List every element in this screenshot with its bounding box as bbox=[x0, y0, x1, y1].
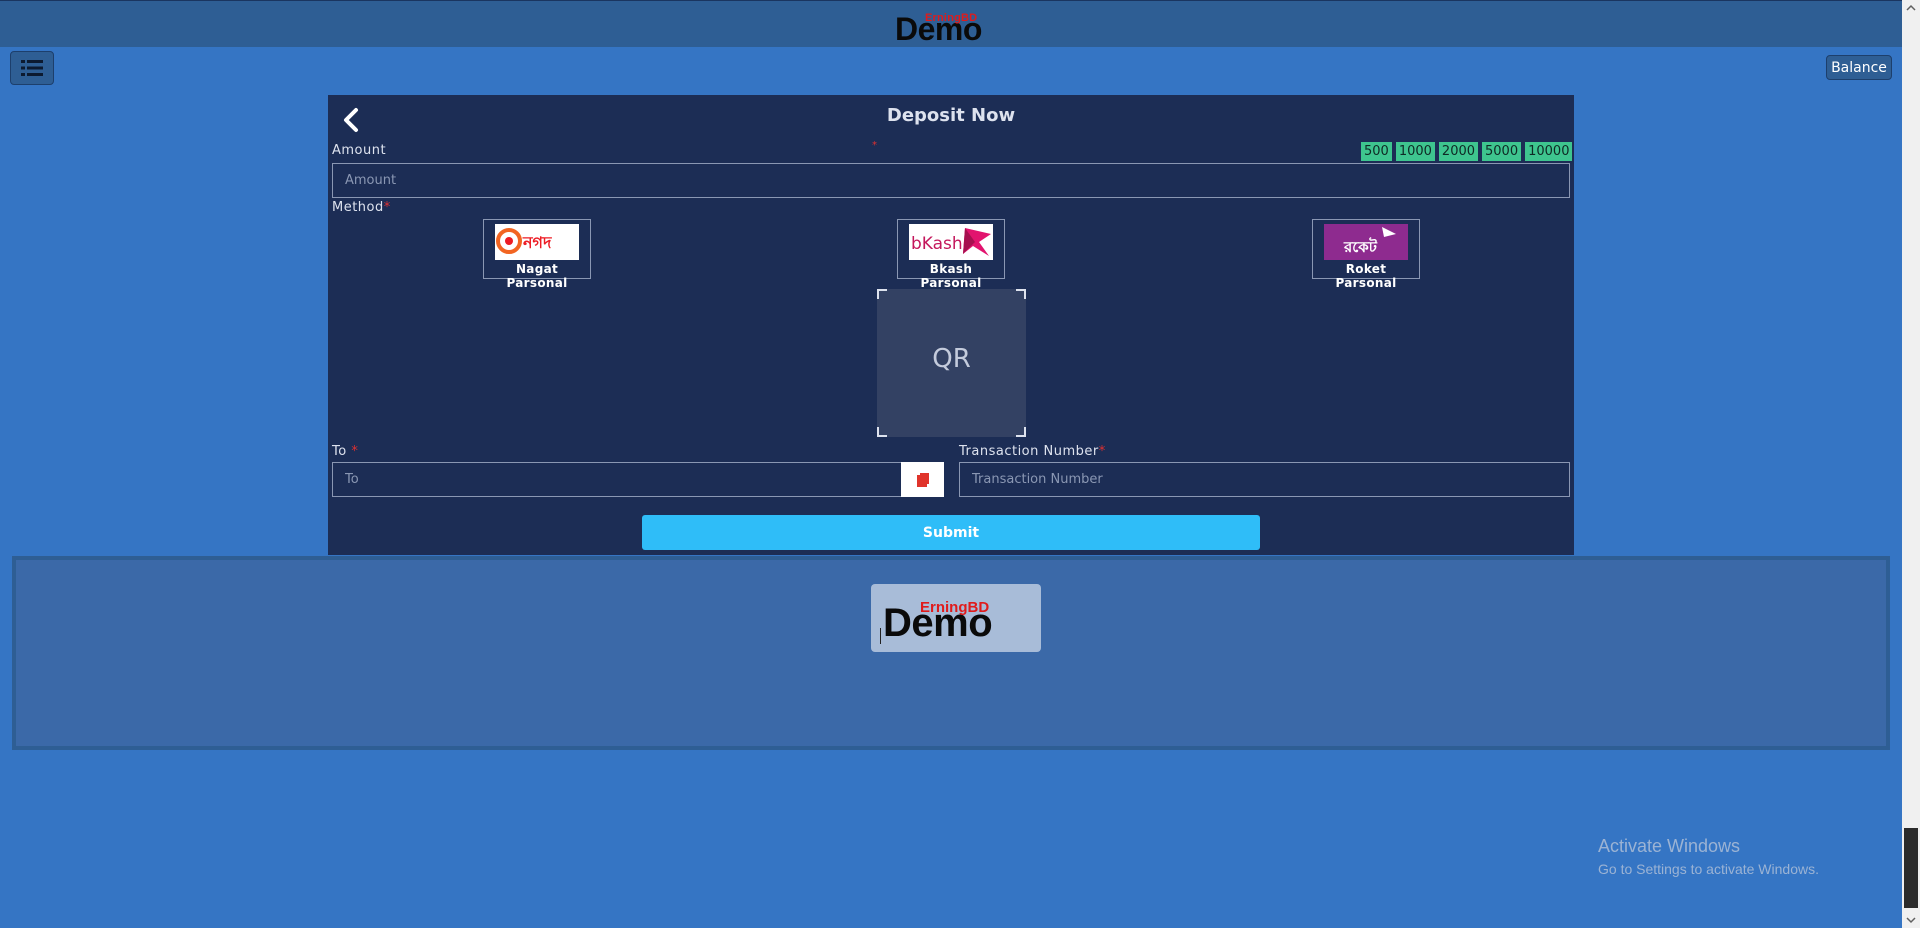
quick-amount-500[interactable]: 500 bbox=[1360, 141, 1393, 162]
nagad-logo-text: নগদ bbox=[522, 233, 552, 252]
rocket-logo-text: রকেট bbox=[1343, 237, 1378, 256]
scroll-up-icon[interactable] bbox=[1906, 3, 1916, 13]
top-bar: Demo ErningBD bbox=[0, 0, 1902, 47]
windows-activation-watermark: Activate Windows Go to Settings to activ… bbox=[1598, 836, 1819, 877]
qr-code-placeholder: QR bbox=[877, 289, 1026, 437]
qr-corner-bottom-right bbox=[1016, 427, 1026, 437]
footer-logo-small-text: ErningBD bbox=[920, 599, 990, 616]
bkash-logo: bKash bbox=[909, 224, 993, 260]
menu-button[interactable] bbox=[10, 51, 54, 85]
balance-button[interactable]: Balance bbox=[1826, 55, 1892, 80]
quick-amount-10000[interactable]: 10000 bbox=[1524, 141, 1574, 162]
method-name-nagad: Nagat Parsonal bbox=[506, 262, 568, 290]
scroll-down-icon[interactable] bbox=[1906, 915, 1916, 925]
method-name-rocket: Roket Parsonal bbox=[1335, 262, 1397, 290]
vertical-scrollbar[interactable] bbox=[1902, 0, 1920, 928]
qr-corner-top-left bbox=[877, 289, 887, 299]
method-nagad[interactable]: নগদ Nagat Parsonal bbox=[483, 219, 591, 290]
to-input[interactable] bbox=[332, 462, 902, 497]
quick-amount-5000[interactable]: 5000 bbox=[1481, 141, 1523, 162]
to-label: To * bbox=[332, 444, 359, 459]
logo-small-text: ErningBD bbox=[925, 12, 978, 24]
transaction-required-mark: * bbox=[1098, 444, 1106, 459]
copy-button[interactable] bbox=[901, 462, 944, 497]
transaction-number-input[interactable] bbox=[959, 462, 1570, 497]
qr-text: QR bbox=[932, 344, 971, 374]
site-logo[interactable]: Demo ErningBD bbox=[891, 3, 1011, 45]
amount-label: Amount bbox=[332, 143, 387, 158]
text-cursor bbox=[880, 628, 881, 644]
to-required-mark: * bbox=[351, 444, 359, 459]
method-label: Method* bbox=[332, 200, 391, 215]
rocket-logo: রকেট bbox=[1324, 224, 1408, 260]
quick-amount-2000[interactable]: 2000 bbox=[1437, 141, 1480, 162]
amount-input[interactable] bbox=[332, 163, 1570, 198]
qr-corner-top-right bbox=[1016, 289, 1026, 299]
watermark-title: Activate Windows bbox=[1598, 836, 1741, 856]
deposit-panel: Deposit Now Amount * 500 1000 2000 5000 … bbox=[328, 95, 1574, 555]
footer-logo[interactable]: Demo ErningBD bbox=[871, 584, 1041, 652]
method-rocket[interactable]: রকেট Roket Parsonal bbox=[1312, 219, 1420, 290]
method-required-mark: * bbox=[383, 200, 391, 215]
footer-section: Demo ErningBD bbox=[12, 556, 1890, 750]
bkash-logo-text: bKash bbox=[911, 234, 963, 254]
method-name-bkash: Bkash Parsonal bbox=[920, 262, 982, 290]
page-title: Deposit Now bbox=[886, 105, 1016, 126]
amount-required-mark: * bbox=[872, 140, 877, 151]
quick-amount-group: 500 1000 2000 5000 10000 bbox=[1360, 141, 1574, 162]
transaction-number-label: Transaction Number* bbox=[959, 444, 1106, 459]
copy-icon bbox=[916, 472, 929, 487]
nagad-logo: নগদ bbox=[495, 224, 579, 260]
method-bkash[interactable]: bKash Bkash Parsonal bbox=[897, 219, 1005, 290]
watermark-subtitle: Go to Settings to activate Windows. bbox=[1598, 861, 1819, 877]
list-icon bbox=[21, 60, 43, 76]
submit-button[interactable]: Submit bbox=[642, 515, 1260, 550]
scrollbar-thumb[interactable] bbox=[1904, 828, 1918, 908]
quick-amount-1000[interactable]: 1000 bbox=[1394, 141, 1436, 162]
qr-corner-bottom-left bbox=[877, 427, 887, 437]
